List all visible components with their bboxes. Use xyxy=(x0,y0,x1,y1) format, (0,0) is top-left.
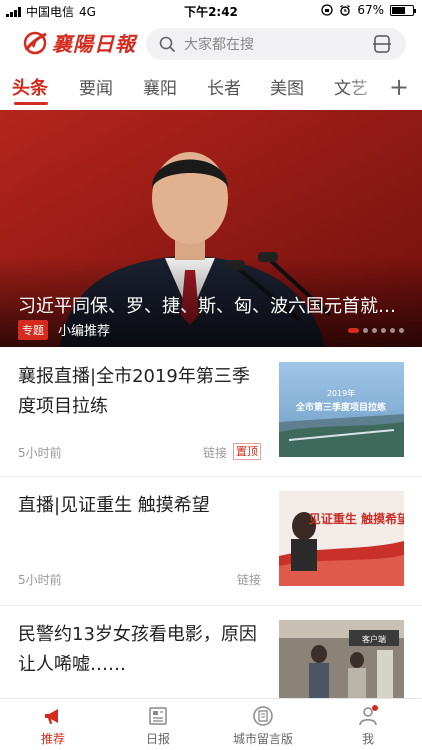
tab-elders[interactable]: 长者 xyxy=(207,74,241,99)
news-thumbnail: 客户端 xyxy=(279,620,404,698)
news-title: 民警约13岁女孩看电影，原因让人唏嘘…… xyxy=(18,624,257,675)
thumbnail-image: 见证重生 触摸希望 xyxy=(279,491,404,586)
carousel-dot xyxy=(381,328,386,333)
carousel-dot xyxy=(372,328,377,333)
thumb-caption-text: 全市第三季度项目拉练 xyxy=(295,401,386,413)
add-channel-button[interactable]: + xyxy=(386,72,412,102)
battery-icon xyxy=(390,4,416,16)
thumb-caption-text: 见证重生 触摸希望 xyxy=(309,511,404,526)
alarm-icon xyxy=(340,4,351,16)
search-placeholder: 大家都在搜 xyxy=(184,37,254,53)
news-thumbnail: 见证重生 触摸希望 xyxy=(279,491,404,586)
news-title: 直播|见证重生 触摸希望 xyxy=(18,495,210,516)
user-icon xyxy=(359,705,378,726)
category-tabs: 头条 要闻 襄阳 长者 美图 文艺 + xyxy=(0,72,422,108)
carousel-dot xyxy=(363,328,368,333)
carousel-dot xyxy=(399,328,404,333)
tab-news[interactable]: 要闻 xyxy=(79,74,113,99)
search-input[interactable]: 大家都在搜 xyxy=(146,28,406,60)
hero-tag-badge: 专题 xyxy=(18,320,48,340)
nav-recommend[interactable]: 推荐 xyxy=(13,705,93,747)
hero-title[interactable]: 习近平同保、罗、捷、斯、匈、波六国元首就… xyxy=(18,292,408,318)
nav-label: 日报 xyxy=(145,732,170,746)
search-icon xyxy=(159,36,175,52)
divider xyxy=(0,605,422,606)
tab-headlines[interactable]: 头条 xyxy=(12,74,48,100)
news-type: 链接 xyxy=(203,446,228,460)
thumb-caption-text: 客户端 xyxy=(362,634,386,644)
divider xyxy=(0,476,422,477)
scan-icon[interactable] xyxy=(372,34,392,54)
news-thumbnail: 2019年 全市第三季度项目拉练 xyxy=(279,362,404,457)
notification-dot xyxy=(372,705,378,711)
battery-percent: 67% xyxy=(357,3,384,17)
news-title: 襄报直播|全市2019年第三季度项目拉练 xyxy=(18,366,250,417)
logo-mark-icon xyxy=(23,31,47,54)
tab-fade xyxy=(346,72,386,106)
nav-label: 推荐 xyxy=(40,732,65,746)
hero-carousel[interactable]: 习近平同保、罗、捷、斯、匈、波六国元首就… 专题 小编推荐 xyxy=(0,110,422,347)
tab-active-indicator xyxy=(14,102,48,105)
megaphone-icon xyxy=(45,709,58,724)
nav-me[interactable]: 我 xyxy=(328,705,408,747)
carousel-dot xyxy=(348,328,359,333)
thumb-year-text: 2019年 xyxy=(327,388,355,398)
status-bar: 中国电信 4G 下午2:42 67% xyxy=(0,0,422,22)
message-board-icon xyxy=(253,706,273,726)
news-list-item[interactable]: 襄报直播|全市2019年第三季度项目拉练 5小时前 链接 置顶 2019年 全市… xyxy=(0,362,422,474)
nav-label: 城市留言版 xyxy=(232,732,293,746)
app-logo[interactable]: 襄陽日報 xyxy=(22,28,136,57)
hero-recommend-label: 小编推荐 xyxy=(58,324,111,339)
battery-fill xyxy=(392,6,406,14)
carousel-dots xyxy=(348,328,404,333)
nav-label: 我 xyxy=(361,732,374,746)
logo-text: 襄陽日報 xyxy=(52,32,136,56)
carousel-dot xyxy=(390,328,395,333)
news-time: 5小时前 xyxy=(18,446,62,460)
nav-message-board[interactable]: 城市留言版 xyxy=(223,705,303,747)
rotation-lock-icon xyxy=(321,4,333,16)
tab-xiangyang[interactable]: 襄阳 xyxy=(143,74,177,99)
pinned-badge: 置顶 xyxy=(233,443,261,460)
news-type: 链接 xyxy=(237,573,262,587)
thumbnail-image: 客户端 xyxy=(279,620,404,698)
tab-photos[interactable]: 美图 xyxy=(270,74,304,99)
status-right: 67% xyxy=(321,3,416,17)
newspaper-icon xyxy=(149,707,167,725)
bottom-nav: 推荐 日报 城市留言版 我 xyxy=(0,698,422,750)
news-list-item[interactable]: 直播|见证重生 触摸希望 5小时前 链接 见证重生 触摸希望 xyxy=(0,491,422,603)
header: 襄陽日報 大家都在搜 xyxy=(0,24,422,66)
news-time: 5小时前 xyxy=(18,573,62,587)
thumbnail-image: 2019年 全市第三季度项目拉练 xyxy=(279,362,404,457)
news-list-item[interactable]: 民警约13岁女孩看电影，原因让人唏嘘…… 客户端 xyxy=(0,620,422,698)
nav-daily[interactable]: 日报 xyxy=(118,705,198,747)
